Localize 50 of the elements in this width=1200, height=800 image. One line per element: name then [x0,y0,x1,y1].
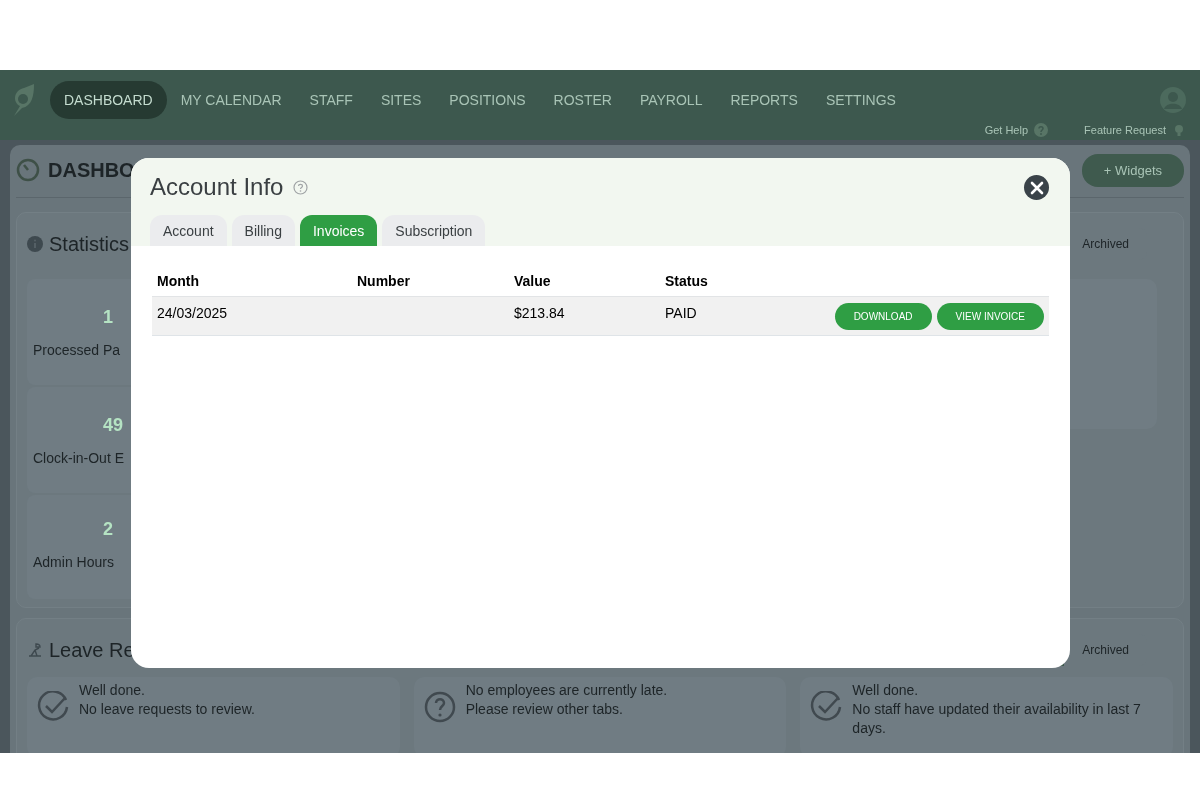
column-header: Month [152,266,352,297]
message-text: No employees are currently late. [465,681,668,700]
beach-chair-icon [27,642,43,658]
message-text: Well done. [852,681,920,700]
dialog-title: Account Info [150,173,284,201]
tab[interactable]: Invoices [299,215,378,246]
stat-label: Admin Hours [33,554,115,570]
lightbulb-icon [1172,123,1186,137]
nav-item[interactable]: MY CALENDAR [166,81,296,119]
stat-label: Processed Pa [33,341,122,358]
nav-item[interactable]: REPORTS [716,81,812,119]
close-button[interactable] [1024,175,1049,200]
check-circle-icon [37,691,69,723]
message-text: No leave requests to review. [79,700,255,719]
invoice-action-button[interactable]: VIEW INVOICE [936,303,1044,330]
nav-item[interactable]: POSITIONS [435,81,540,119]
check-circle-icon [810,691,843,723]
help-icon [293,179,309,195]
info-icon [27,236,43,252]
table-cell: 24/03/2025 [152,296,352,336]
column-header: Number [352,266,509,297]
stat-label: Clock-in-Out E [33,449,123,466]
table-cell: $213.84 [509,296,660,336]
message-text: No staff have updated their availability in last 7 days. [852,700,1142,738]
add-widgets-button[interactable]: + Widgets [1081,153,1184,187]
nav-item[interactable]: SETTINGS [811,81,910,119]
tab[interactable]: Billing [231,215,295,246]
column-header: Status [660,266,735,297]
nav-link[interactable]: Get Help [984,123,1049,137]
nav-item[interactable]: SITES [366,81,436,119]
question-circle-icon [423,691,456,723]
nav-link[interactable]: Feature Request [1084,123,1186,137]
help-icon [1034,123,1049,137]
nav-item[interactable]: PAYROLL [625,81,717,119]
section-title: Statistics [49,232,130,256]
message-text: Please review other tabs. [465,700,624,719]
message-text: Well done. [79,681,146,700]
invoice-action-button[interactable]: DOWNLOAD [834,303,932,330]
tab[interactable]: Account [150,215,227,246]
column-header: Value [509,266,660,297]
gauge-icon [16,158,40,182]
nav-item[interactable]: DASHBOARD [50,81,167,119]
table-cell: PAID [660,296,735,336]
stat-value: 2 [103,519,113,540]
page-title: DASHBO [48,158,135,182]
tab[interactable]: Subscription [382,215,486,246]
stat-value: 49 [103,414,124,436]
nav-item[interactable]: ROSTER [539,81,626,119]
stat-value: 1 [103,306,113,328]
nav-item[interactable]: STAFF [295,81,367,119]
